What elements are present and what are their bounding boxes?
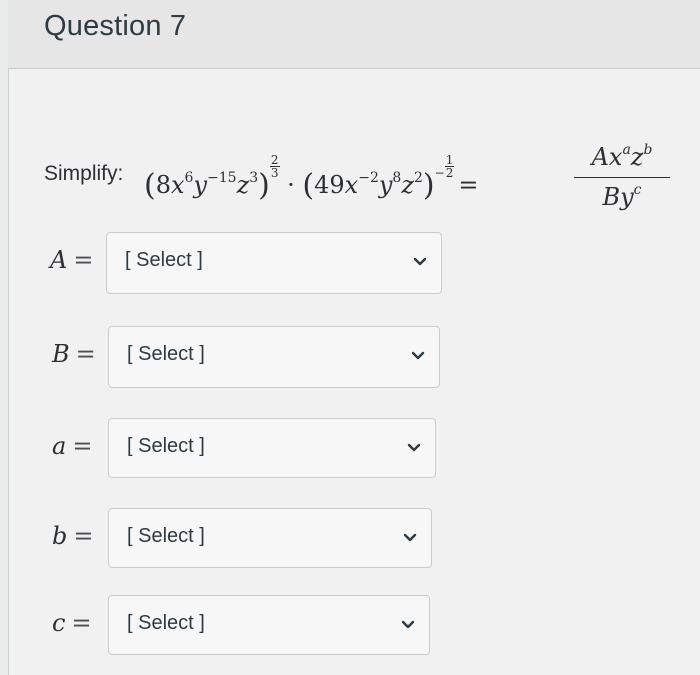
chevron-down-icon [401, 620, 415, 629]
answer-label-a: a = [52, 432, 93, 460]
question-title: Question 7 [44, 10, 187, 42]
select-a-dropdown[interactable]: [ Select ] [108, 418, 436, 478]
select-b-value: [ Select ] [127, 525, 205, 547]
chevron-down-icon [403, 533, 417, 542]
chevron-down-icon [411, 351, 425, 360]
select-A-dropdown[interactable]: [ Select ] [106, 232, 442, 294]
question-header: Question 7 [8, 0, 700, 69]
answer-label-A: A = [50, 246, 94, 274]
answer-row-b: b = [ Select ] [0, 508, 700, 568]
chevron-down-icon [407, 443, 421, 452]
select-B-value: [ Select ] [127, 343, 205, 365]
answer-row-c: c = [ Select ] [0, 595, 700, 655]
answer-row-A: A = [ Select ] [0, 232, 700, 294]
select-B-dropdown[interactable]: [ Select ] [108, 326, 440, 388]
select-c-dropdown[interactable]: [ Select ] [108, 595, 430, 655]
prompt-label: Simplify: [44, 162, 124, 185]
select-b-dropdown[interactable]: [ Select ] [108, 508, 432, 568]
answer-row-B: B = [ Select ] [0, 326, 700, 388]
answer-label-b: b = [52, 522, 94, 550]
result-fraction: Axazb Byc [574, 142, 670, 211]
answer-row-a: a = [ Select ] [0, 418, 700, 478]
select-a-value: [ Select ] [127, 435, 205, 457]
math-expression: (8x6y−15z3) 2 3 · (49x−2y8z2)− 1 2 = [144, 153, 479, 203]
select-A-value: [ Select ] [125, 249, 203, 271]
answer-label-B: B = [52, 340, 96, 368]
question-prompt: Simplify: (8x6y−15z3) 2 3 · (49x−2y8z2)− 1 2… [44, 142, 684, 222]
answer-label-c: c = [52, 609, 92, 637]
select-c-value: [ Select ] [127, 612, 205, 634]
chevron-down-icon [413, 257, 427, 266]
